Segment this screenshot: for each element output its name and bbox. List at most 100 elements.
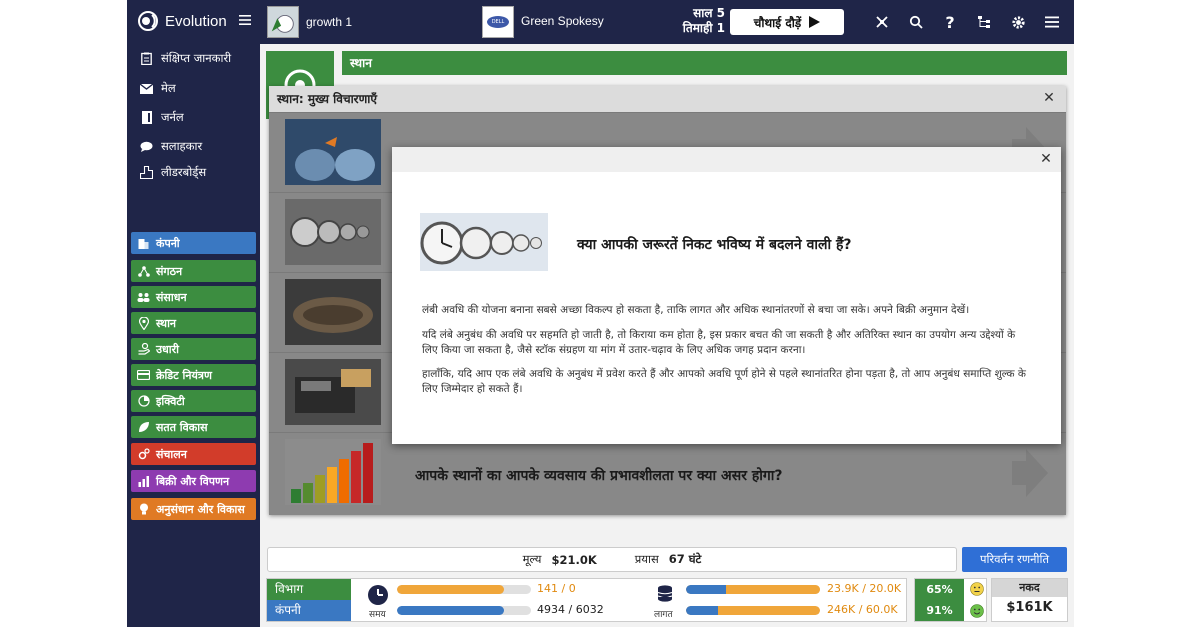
module-credit-control[interactable]: क्रेडिट नियंत्रण: [131, 364, 256, 386]
sidebar-item-label: लीडरबोर्ड्स: [161, 165, 207, 179]
hierarchy-icon: [137, 265, 150, 278]
consideration-row[interactable]: आपके स्थानों का आपके व्यवसाय की प्रभावशी…: [269, 432, 1066, 512]
module-locations[interactable]: स्थान: [131, 312, 256, 334]
close-icon[interactable]: ✕: [1042, 91, 1056, 105]
fish-bowl-image: [285, 119, 381, 185]
module-label: क्रेडिट नियंत्रण: [156, 368, 212, 382]
network-icon[interactable]: [872, 12, 892, 32]
lightbulb-icon: [137, 503, 150, 516]
help-icon[interactable]: ?: [940, 12, 960, 32]
cost-effort-bar: मूल्य $21.0K प्रयास 67 घंटे: [267, 547, 957, 572]
period-indicator: साल 5 तिमाही 1: [675, 6, 725, 36]
modal-title: स्थान: मुख्य विचारणाएँ: [269, 86, 1066, 112]
sidebar: संक्षिप्त जानकारी मेल जर्नल सलाहकार लीडर…: [127, 44, 260, 627]
time-company-bar: [397, 606, 531, 615]
bar-chart-image: [285, 439, 381, 505]
module-borrowing[interactable]: उधारी: [131, 338, 256, 360]
coins-icon: [657, 585, 673, 602]
effort-value: 67 घंटे: [668, 552, 702, 566]
clock-icon: [368, 585, 388, 605]
cost-label: मूल्य: [522, 552, 542, 566]
cost-dept-bar: [686, 585, 820, 594]
main-menu-icon[interactable]: [1042, 12, 1062, 32]
sidebar-item-leaderboards[interactable]: लीडरबोर्ड्स: [140, 165, 206, 180]
brand[interactable]: Evolution: [137, 10, 227, 32]
rival-logo[interactable]: DELL: [482, 6, 514, 38]
location-pin-icon: [137, 316, 150, 330]
sidebar-item-label: जर्नल: [161, 110, 184, 124]
sidebar-item-summary[interactable]: संक्षिप्त जानकारी: [140, 51, 231, 66]
module-label: बिक्री और विपणन: [156, 474, 230, 488]
quarter-label: तिमाही 1: [682, 21, 725, 35]
chat-icon: [140, 140, 153, 153]
effort-label: प्रयास: [634, 552, 659, 566]
dialog-paragraph: लंबी अवधि की योजना बनाना सबसे अच्छा विकल…: [422, 304, 970, 316]
time-company-fill: [397, 606, 505, 615]
rival-logo-mark: DELL: [487, 16, 509, 28]
gears-icon: [137, 448, 150, 461]
loan-icon: [137, 343, 150, 356]
company-logo[interactable]: [267, 6, 299, 38]
time-company-value: 4934 / 6032: [537, 603, 604, 616]
module-label: संगठन: [156, 264, 183, 278]
rival-name[interactable]: Green Spokesy: [521, 14, 604, 28]
sidebar-item-advisor[interactable]: सलाहकार: [140, 139, 202, 154]
sidebar-item-mail[interactable]: मेल: [140, 81, 176, 96]
cash-label: नकद: [992, 579, 1067, 597]
run-quarter-label: चौथाई दौड़ें: [753, 15, 802, 30]
year-label: साल 5: [693, 6, 725, 20]
leaf-icon: [137, 421, 150, 434]
cost-dept-value: 23.9K / 20.0K: [827, 582, 902, 595]
section-header: स्थान: [342, 51, 1067, 75]
cash-box: नकद $161K: [991, 578, 1068, 622]
module-research-development[interactable]: अनुसंधान और विकास: [131, 498, 256, 520]
neutral-face-icon: [970, 582, 984, 596]
module-label: स्थान: [156, 316, 177, 330]
module-sales-marketing[interactable]: बिक्री और विपणन: [131, 470, 256, 492]
clocks-image: [420, 213, 548, 271]
cost-stat-label: लागत: [654, 610, 673, 620]
satisfaction-box: 65% 91%: [914, 578, 987, 622]
building-icon: [137, 237, 150, 250]
cost-company-bar: [686, 606, 820, 615]
menu-icon[interactable]: [239, 14, 251, 26]
sidebar-item-label: सलाहकार: [161, 139, 203, 153]
change-strategy-button[interactable]: परिवर्तन रणनीति: [962, 547, 1067, 572]
gear-icon[interactable]: [1008, 12, 1028, 32]
app-name: Evolution: [165, 12, 227, 30]
card-terminal-image: [285, 359, 381, 425]
sidebar-item-journal[interactable]: जर्नल: [140, 110, 184, 125]
module-operations[interactable]: संचालन: [131, 443, 256, 465]
company-name[interactable]: growth 1: [306, 15, 352, 29]
cash-value: $161K: [1006, 600, 1053, 615]
dialog-title-bar: [392, 147, 1061, 172]
dialog-paragraph: हालाँकि, यदि आप एक लंबे अवधि के अनुबंध म…: [422, 368, 1026, 395]
sidebar-item-label: संक्षिप्त जानकारी: [161, 51, 232, 65]
module-label: संचालन: [156, 447, 187, 461]
top-bar: Evolution growth 1 DELL Green Spokesy सा…: [127, 0, 1074, 44]
module-equity[interactable]: इक्विटी: [131, 390, 256, 412]
module-label: संसाधन: [156, 290, 187, 304]
chevron-right-icon[interactable]: [1012, 449, 1048, 497]
search-icon[interactable]: [906, 12, 926, 32]
time-dept-fill: [397, 585, 505, 594]
module-resources[interactable]: संसाधन: [131, 286, 256, 308]
module-label: इक्विटी: [156, 394, 185, 408]
module-organization[interactable]: संगठन: [131, 260, 256, 282]
department-label: विभाग: [267, 579, 351, 600]
module-company[interactable]: कंपनी: [131, 232, 256, 254]
module-sustainability[interactable]: सतत विकास: [131, 416, 256, 438]
people-icon: [137, 291, 150, 304]
sidebar-item-label: मेल: [161, 81, 176, 95]
happy-face-icon: [970, 604, 984, 618]
clocks-image: [285, 199, 381, 265]
org-chart-icon[interactable]: [974, 12, 994, 32]
credit-card-icon: [137, 369, 150, 382]
bar-chart-icon: [137, 475, 150, 488]
evolution-logo-icon: [138, 11, 158, 31]
journal-icon: [140, 111, 153, 124]
consideration-dialog: ✕ क्या आपकी जरूरतें निकट भविष्य में बदलन…: [392, 147, 1061, 444]
cost-company-value: 246K / 60.0K: [827, 603, 898, 616]
run-quarter-button[interactable]: चौथाई दौड़ें: [730, 9, 844, 35]
close-icon[interactable]: ✕: [1039, 152, 1053, 166]
